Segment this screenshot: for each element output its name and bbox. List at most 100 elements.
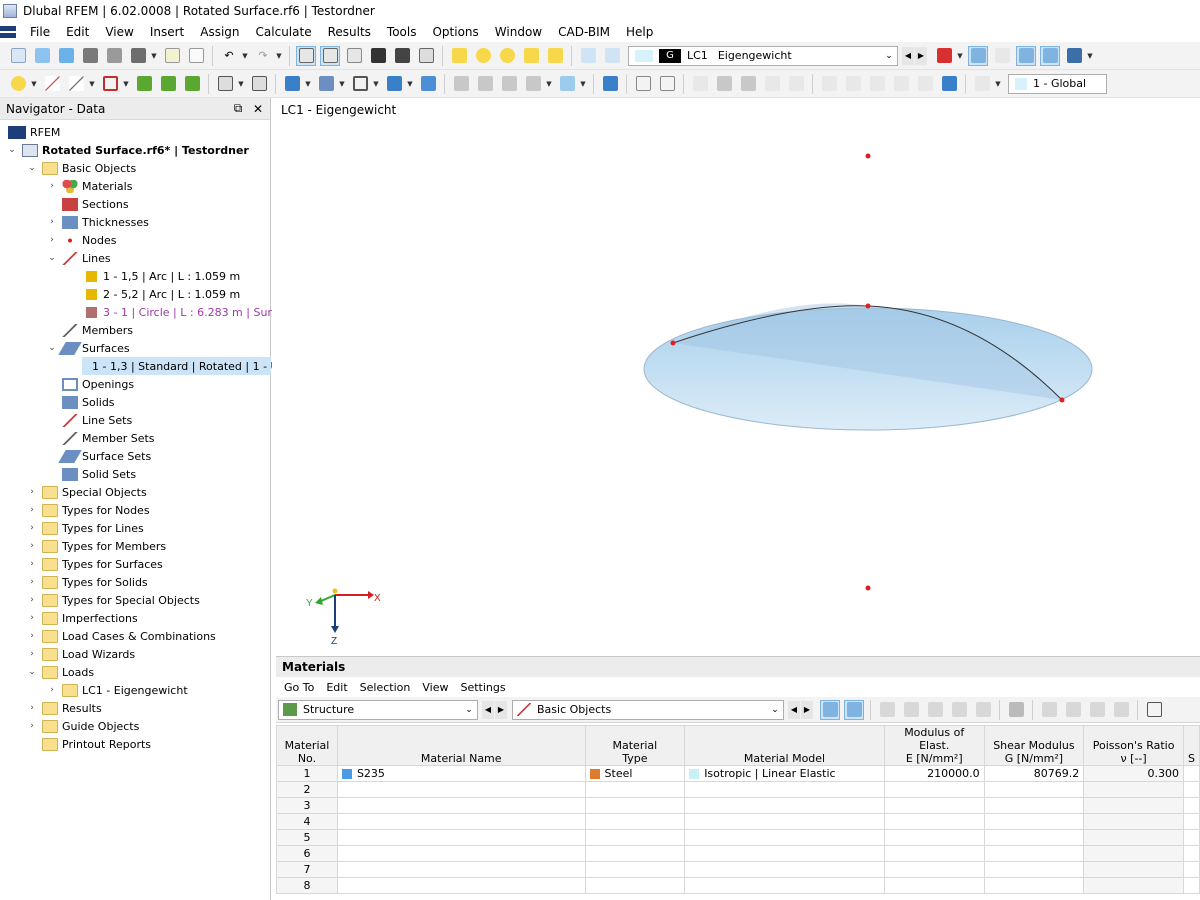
block-icon[interactable] xyxy=(738,74,758,94)
col-header-nu[interactable]: Poisson's Ratioν [--] xyxy=(1084,726,1184,766)
surface-dropdown-icon[interactable]: ▼ xyxy=(304,80,312,88)
member-load-icon[interactable] xyxy=(475,74,495,94)
tree-item-load-wizards[interactable]: › Load Wizards xyxy=(26,645,135,663)
previous-arrow-icon[interactable]: ◀ xyxy=(902,47,914,65)
chevron-right-icon[interactable]: › xyxy=(46,685,58,695)
slope-icon[interactable] xyxy=(786,74,806,94)
tree-item-types-nodes[interactable]: › Types for Nodes xyxy=(26,501,150,519)
node-top[interactable] xyxy=(866,154,871,159)
col-header-model[interactable]: Material Model xyxy=(685,726,885,766)
surface-icon[interactable] xyxy=(282,74,302,94)
close-icon[interactable]: ✕ xyxy=(250,102,266,116)
node-right[interactable] xyxy=(1060,398,1065,403)
table-row[interactable]: 2 xyxy=(277,782,1200,798)
chevron-right-icon[interactable]: › xyxy=(26,595,38,605)
chevron-right-icon[interactable]: › xyxy=(46,235,58,245)
chevron-right-icon[interactable]: › xyxy=(26,721,38,731)
guide-line-3-icon[interactable] xyxy=(867,74,887,94)
tree-item-types-special[interactable]: › Types for Special Objects xyxy=(26,591,200,609)
chevron-right-icon[interactable]: › xyxy=(26,631,38,641)
tree-item-solid-sets[interactable]: Solid Sets xyxy=(58,465,136,483)
chevron-right-icon[interactable]: › xyxy=(26,577,38,587)
print-report-icon[interactable] xyxy=(162,46,182,66)
cell-name[interactable]: S235 xyxy=(337,766,585,782)
console-icon[interactable] xyxy=(368,46,388,66)
chevron-right-icon[interactable]: › xyxy=(46,217,58,227)
opening-icon[interactable] xyxy=(350,74,370,94)
redo-icon[interactable]: ↷ xyxy=(253,46,273,66)
tag-icon[interactable] xyxy=(521,46,541,66)
cell-e[interactable]: 210000.0 xyxy=(884,766,984,782)
new-frame-icon[interactable] xyxy=(100,74,120,94)
wave-icon[interactable] xyxy=(690,74,710,94)
tree-item-openings[interactable]: Openings xyxy=(58,375,134,393)
node-bottom[interactable] xyxy=(866,586,871,591)
target-icon[interactable] xyxy=(497,46,517,66)
move-left-icon[interactable] xyxy=(1087,700,1107,720)
menu-calculate[interactable]: Calculate xyxy=(248,22,320,42)
tree-item-types-surfaces[interactable]: › Types for Surfaces xyxy=(26,555,163,573)
next-loading-icon[interactable] xyxy=(602,46,622,66)
search-object-icon[interactable] xyxy=(473,46,493,66)
tree-item-types-members[interactable]: › Types for Members xyxy=(26,537,166,555)
select-in-model-icon[interactable] xyxy=(820,700,840,720)
comment-icon[interactable] xyxy=(657,74,677,94)
report-icon[interactable] xyxy=(186,46,206,66)
previous-arrow-icon[interactable]: ◀ xyxy=(788,701,800,719)
cell-g[interactable]: 80769.2 xyxy=(984,766,1084,782)
tree-item-sections[interactable]: Sections xyxy=(58,195,129,213)
tree-item-members[interactable]: Members xyxy=(58,321,133,339)
guide-line-5-icon[interactable] xyxy=(915,74,935,94)
next-arrow-icon[interactable]: ▶ xyxy=(915,47,927,65)
member-hinge-icon[interactable] xyxy=(215,74,235,94)
funnel-icon[interactable] xyxy=(600,74,620,94)
cell-type[interactable]: Steel xyxy=(585,766,685,782)
tree-item-line-1[interactable]: 1 - 1,5 | Arc | L : 1.059 m xyxy=(82,267,240,285)
guide-line-2-icon[interactable] xyxy=(843,74,863,94)
print-icon[interactable] xyxy=(128,46,148,66)
previous-arrow-icon[interactable]: ◀ xyxy=(482,701,494,719)
sync-selection-icon[interactable] xyxy=(844,700,864,720)
chevron-down-icon[interactable]: ⌄ xyxy=(46,343,58,353)
graphics-viewport[interactable]: X Y Z LC1 - Eigengewicht xyxy=(272,98,1200,654)
tree-item-nodes[interactable]: › Nodes xyxy=(46,231,116,249)
line-support-icon[interactable] xyxy=(158,74,178,94)
table-menu-edit[interactable]: Edit xyxy=(320,681,353,694)
col-header-no[interactable]: MaterialNo. xyxy=(277,726,338,766)
edit-line-icon[interactable] xyxy=(449,46,469,66)
redo-dropdown-icon[interactable]: ▼ xyxy=(275,52,283,60)
surface-load-dropdown-icon[interactable]: ▼ xyxy=(579,80,587,88)
tree-item-materials[interactable]: › Materials xyxy=(46,177,132,195)
chevron-down-icon[interactable]: ⌄ xyxy=(26,667,38,677)
numbering-icon[interactable] xyxy=(1040,46,1060,66)
copy-row-icon[interactable] xyxy=(949,700,969,720)
insert-row-icon[interactable] xyxy=(925,700,945,720)
tree-item-results[interactable]: › Results xyxy=(26,699,102,717)
new-node-icon[interactable] xyxy=(8,74,28,94)
menu-logo-icon[interactable] xyxy=(0,26,16,38)
table-row[interactable]: 8 xyxy=(277,878,1200,894)
tree-item-surface-sets[interactable]: Surface Sets xyxy=(58,447,151,465)
guide-line-4-icon[interactable] xyxy=(891,74,911,94)
export-icon[interactable] xyxy=(1039,700,1059,720)
chevron-down-icon[interactable]: ⌄ xyxy=(26,163,38,173)
save-icon[interactable] xyxy=(80,46,100,66)
show-results-icon[interactable] xyxy=(968,46,988,66)
clear-icon[interactable] xyxy=(1063,700,1083,720)
next-arrow-icon[interactable]: ▶ xyxy=(801,701,813,719)
panel-icon[interactable] xyxy=(344,46,364,66)
script-icon[interactable] xyxy=(392,46,412,66)
section-dropdown-icon[interactable]: ▼ xyxy=(406,80,414,88)
display-dropdown-icon[interactable]: ▼ xyxy=(1086,52,1094,60)
menu-insert[interactable]: Insert xyxy=(142,22,192,42)
tree-item-surfaces[interactable]: ⌄ Surfaces xyxy=(46,339,130,357)
coordinate-system-selector[interactable]: 1 - Global xyxy=(1008,74,1107,94)
chevron-right-icon[interactable]: › xyxy=(26,559,38,569)
tree-item-surface-1[interactable]: 1 - 1,3 | Standard | Rotated | 1 - Unifo… xyxy=(82,357,271,375)
import-icon[interactable] xyxy=(901,700,921,720)
tree-item-special-objects[interactable]: › Special Objects xyxy=(26,483,147,501)
chevron-right-icon[interactable]: › xyxy=(26,505,38,515)
menu-assign[interactable]: Assign xyxy=(192,22,247,42)
tree-item-types-lines[interactable]: › Types for Lines xyxy=(26,519,144,537)
menu-options[interactable]: Options xyxy=(424,22,486,42)
